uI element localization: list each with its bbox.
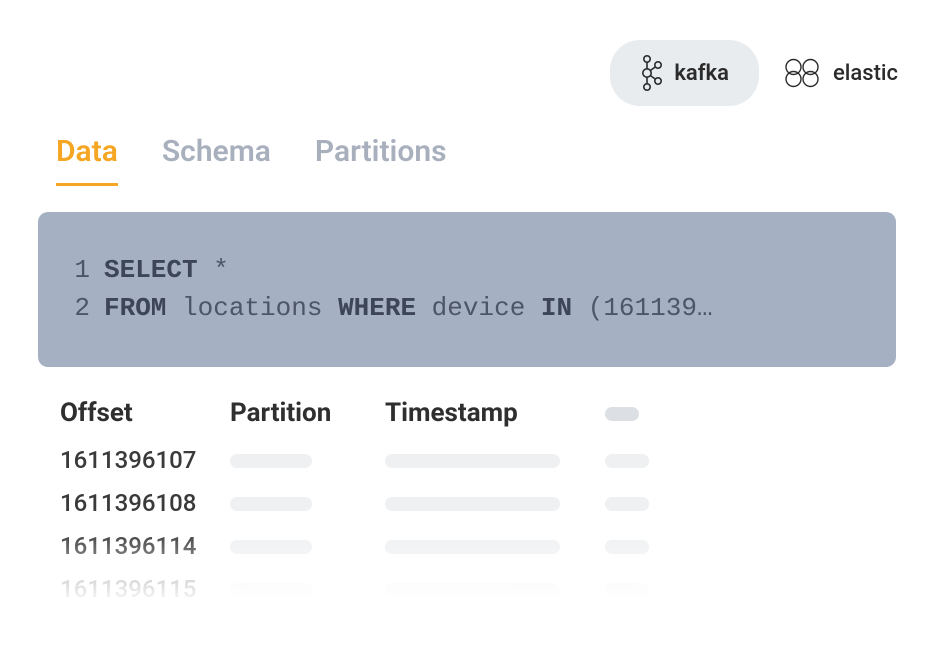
cell-partition	[230, 532, 385, 560]
cell-extra	[605, 532, 665, 560]
sql-text: locations	[166, 293, 338, 323]
header-offset[interactable]: Offset	[60, 398, 230, 428]
table-row[interactable]: 1611396107	[60, 446, 878, 474]
cell-extra	[605, 489, 665, 517]
results-table: Offset Partition Timestamp 1611396107 16…	[60, 398, 878, 661]
tabs: Data Schema Partitions	[56, 134, 447, 186]
kafka-icon	[640, 54, 662, 92]
cell-partition	[230, 446, 385, 474]
header-extra	[605, 398, 665, 428]
cell-timestamp	[385, 575, 605, 603]
kafka-button[interactable]: kafka	[610, 40, 759, 106]
elastic-button[interactable]: elastic	[783, 54, 898, 92]
tab-schema[interactable]: Schema	[162, 134, 271, 186]
cell-offset: 1611396117	[60, 618, 230, 646]
cell-extra	[605, 618, 665, 646]
cell-timestamp	[385, 489, 605, 517]
cell-timestamp	[385, 618, 605, 646]
code-line-1: 1 SELECT *	[70, 252, 864, 290]
sql-keyword: WHERE	[338, 293, 416, 323]
header-timestamp[interactable]: Timestamp	[385, 398, 605, 428]
sql-text: (161139…	[572, 293, 712, 323]
sql-text: *	[198, 255, 229, 285]
cell-offset: 1611396108	[60, 489, 230, 517]
kafka-label: kafka	[674, 61, 729, 86]
sql-keyword: IN	[541, 293, 572, 323]
sql-keyword: SELECT	[104, 255, 198, 285]
cell-partition	[230, 575, 385, 603]
elastic-icon	[783, 54, 821, 92]
line-number: 1	[70, 252, 90, 290]
elastic-label: elastic	[833, 61, 898, 86]
connector-toggle: kafka elastic	[610, 40, 898, 106]
tab-partitions[interactable]: Partitions	[315, 134, 447, 186]
sql-text: device	[416, 293, 541, 323]
cell-extra	[605, 446, 665, 474]
table-row[interactable]: 1611396108	[60, 489, 878, 517]
cell-partition	[230, 618, 385, 646]
cell-timestamp	[385, 446, 605, 474]
code-line-2: 2 FROM locations WHERE device IN (161139…	[70, 290, 864, 328]
cell-offset: 1611396114	[60, 532, 230, 560]
line-number: 2	[70, 290, 90, 328]
cell-extra	[605, 575, 665, 603]
cell-timestamp	[385, 532, 605, 560]
table-row[interactable]: 1611396115	[60, 575, 878, 603]
sql-keyword: FROM	[104, 293, 166, 323]
tab-data[interactable]: Data	[56, 134, 118, 186]
cell-offset: 1611396107	[60, 446, 230, 474]
cell-partition	[230, 489, 385, 517]
table-row[interactable]: 1611396114	[60, 532, 878, 560]
header-partition[interactable]: Partition	[230, 398, 385, 428]
table-row[interactable]: 1611396117	[60, 618, 878, 646]
query-editor[interactable]: 1 SELECT * 2 FROM locations WHERE device…	[38, 212, 896, 367]
table-header: Offset Partition Timestamp	[60, 398, 878, 428]
cell-offset: 1611396115	[60, 575, 230, 603]
